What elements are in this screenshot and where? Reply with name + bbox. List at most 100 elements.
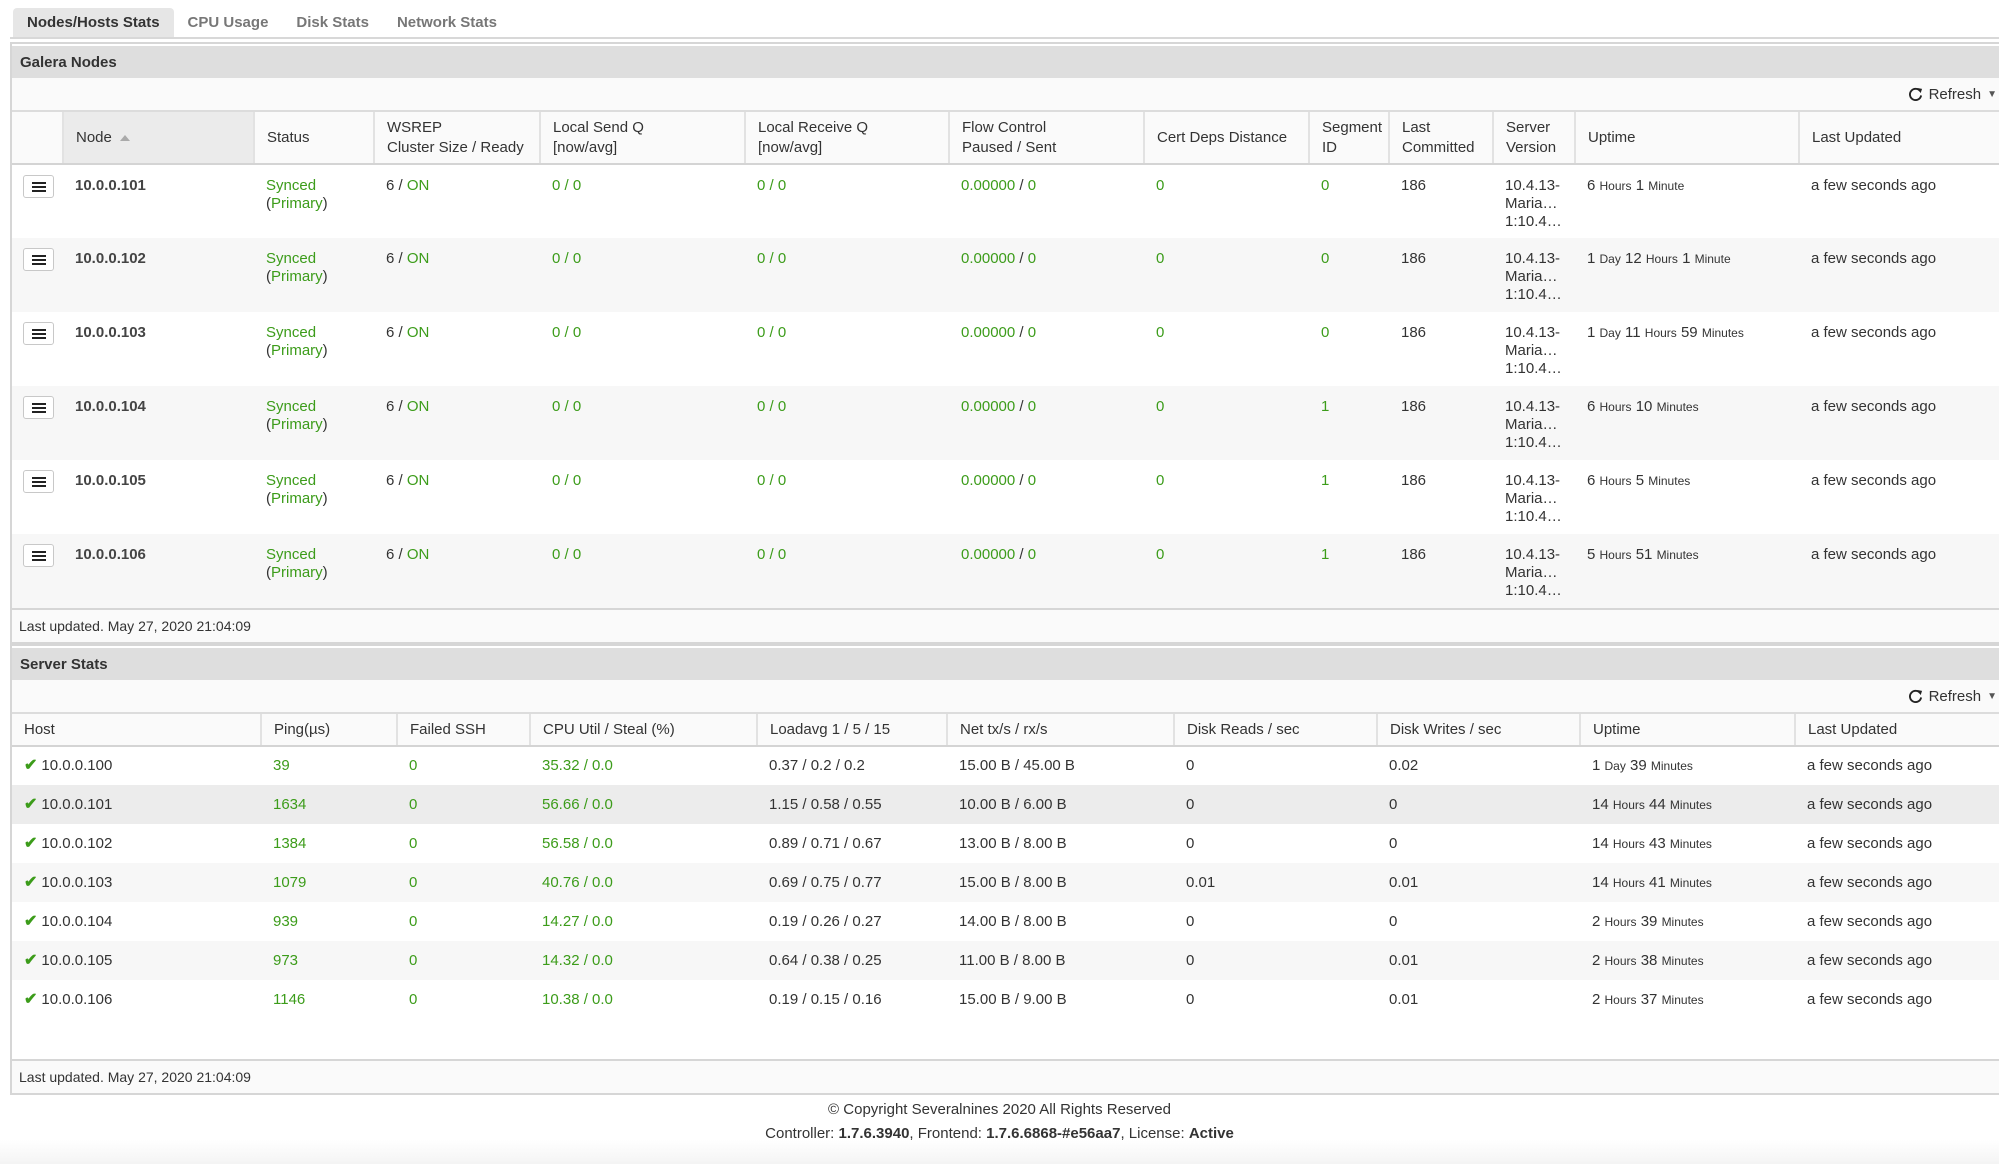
- server-host-row[interactable]: ✔ 10.0.0.103 1079 0 40.76 / 0.0 0.69 / 0.75 /…: [12, 863, 1999, 902]
- header-uptime[interactable]: Uptime: [1580, 714, 1796, 747]
- local-receive-q: 0 / 0: [745, 164, 949, 238]
- galera-toolbar: Refresh ▼: [12, 78, 1999, 112]
- header-local-receive-q[interactable]: Local Receive Q [now/avg]: [745, 112, 950, 165]
- segment-id: 1: [1309, 460, 1389, 534]
- header-segment-id[interactable]: Segment ID: [1309, 112, 1390, 165]
- uptime-unit: Hours: [1644, 326, 1677, 340]
- header-ping[interactable]: Ping(µs): [261, 714, 398, 747]
- tab-network-stats[interactable]: Network Stats: [383, 8, 511, 38]
- header-node[interactable]: Node: [63, 112, 255, 165]
- wsrep-cell: 6 / ON: [374, 386, 540, 460]
- uptime-unit: Hours: [1604, 914, 1637, 929]
- node-menu-button[interactable]: [23, 470, 54, 493]
- host-uptime: 2 Hours 39 Minutes: [1580, 902, 1795, 941]
- failed-ssh-value: 0: [397, 863, 530, 902]
- server-host-row[interactable]: ✔ 10.0.0.101 1634 0 56.66 / 0.0 1.15 / 0.58 /…: [12, 785, 1999, 824]
- uptime-value: 5: [1635, 472, 1645, 489]
- uptime-unit: Minutes: [1701, 326, 1744, 340]
- server-host-row[interactable]: ✔ 10.0.0.106 1146 0 10.38 / 0.0 0.19 / 0.15 /…: [12, 980, 1999, 1019]
- header-host[interactable]: Host: [12, 714, 262, 747]
- uptime-unit: Hours: [1599, 400, 1632, 414]
- node-menu-button[interactable]: [23, 175, 54, 198]
- uptime-value: 39: [1630, 757, 1647, 774]
- header-disk-writes[interactable]: Disk Writes / sec: [1377, 714, 1581, 747]
- host-cell: ✔ 10.0.0.102: [12, 824, 261, 863]
- flow-control: 0.00000 / 0: [949, 312, 1144, 386]
- header-last-committed[interactable]: Last Committed: [1389, 112, 1494, 165]
- ready-state: ON: [406, 177, 430, 194]
- local-receive-q: 0 / 0: [745, 534, 949, 608]
- local-receive-q: 0 / 0: [745, 460, 949, 534]
- server-host-row[interactable]: ✔ 10.0.0.102 1384 0 56.58 / 0.0 0.89 / 0.71 /…: [12, 824, 1999, 863]
- node-menu-button[interactable]: [23, 396, 54, 419]
- server-stats-table: Host Ping(µs) Failed SSH CPU Util / Stea…: [12, 714, 1999, 1059]
- node-last-updated: a few seconds ago: [1799, 386, 1999, 460]
- uptime-unit: Hours: [1604, 953, 1637, 968]
- uptime-value: 2: [1592, 951, 1601, 969]
- header-last-updated[interactable]: Last Updated: [1795, 714, 1999, 747]
- server-host-row[interactable]: ✔ 10.0.0.104 939 0 14.27 / 0.0 0.19 / 0.26 / …: [12, 902, 1999, 941]
- server-refresh-button[interactable]: Refresh ▼: [1908, 688, 1997, 705]
- loadavg-value: 0.64 / 0.38 / 0.25: [757, 941, 947, 980]
- ping-value: 39: [261, 746, 397, 785]
- status-sub: Primary: [271, 416, 323, 433]
- host-uptime: 1 Day 39 Minutes: [1580, 746, 1795, 785]
- host-address: 10.0.0.102: [41, 834, 113, 852]
- hamburger-icon: [31, 328, 46, 339]
- hamburger-icon: [31, 181, 46, 192]
- node-address: 10.0.0.101: [63, 164, 254, 238]
- galera-node-row: 10.0.0.104 Synced (Primary) 6 / ON 0 / 00 / …: [12, 386, 1999, 460]
- check-icon: ✔: [24, 912, 38, 930]
- node-address: 10.0.0.106: [63, 534, 254, 608]
- tab-disk-stats[interactable]: Disk Stats: [282, 8, 383, 38]
- failed-ssh-value: 0: [397, 785, 530, 824]
- segment-id: 1: [1309, 534, 1389, 608]
- flow-control: 0.00000 / 0: [949, 238, 1144, 312]
- node-menu-button[interactable]: [23, 248, 54, 271]
- segment-id: 1: [1309, 386, 1389, 460]
- ready-state: ON: [406, 472, 430, 489]
- disk-reads-value: 0: [1174, 902, 1377, 941]
- header-net[interactable]: Net tx/s / rx/s: [947, 714, 1175, 747]
- server-host-row[interactable]: ✔ 10.0.0.100 39 0 35.32 / 0.0 0.37 / 0.2 / 0.…: [12, 746, 1999, 785]
- flow-paused: 0.00000: [961, 250, 1016, 267]
- server-stats-title: Server Stats: [12, 646, 1999, 680]
- wsrep-cell: 6 / ON: [374, 534, 540, 608]
- host-uptime: 2 Hours 38 Minutes: [1580, 941, 1795, 980]
- server-host-row[interactable]: ✔ 10.0.0.105 973 0 14.32 / 0.0 0.64 / 0.38 / …: [12, 941, 1999, 980]
- uptime-value: 44: [1649, 795, 1666, 813]
- galera-refresh-button[interactable]: Refresh ▼: [1908, 86, 1997, 103]
- cpu-util-value: 40.76 / 0.0: [530, 863, 757, 902]
- host-uptime: 2 Hours 37 Minutes: [1580, 980, 1795, 1019]
- uptime-value: 39: [1640, 912, 1658, 930]
- header-uptime[interactable]: Uptime: [1575, 112, 1800, 165]
- server-version: 10.4.13- Maria… 1:10.4…: [1493, 460, 1575, 534]
- header-cpu-util[interactable]: CPU Util / Steal (%): [530, 714, 758, 747]
- table-header-row: Node Status WSREP Cluster Size / Ready Lo…: [12, 112, 1999, 165]
- header-cert-deps-distance[interactable]: Cert Deps Distance: [1144, 112, 1310, 165]
- disk-writes-value: 0.01: [1377, 863, 1580, 902]
- tab-nodes-hosts-stats[interactable]: Nodes/Hosts Stats: [13, 8, 174, 38]
- node-menu-button[interactable]: [23, 322, 54, 345]
- header-server-version[interactable]: Server Version: [1493, 112, 1576, 165]
- uptime-value: 6: [1587, 177, 1596, 194]
- refresh-icon: [1908, 87, 1923, 102]
- tab-cpu-usage[interactable]: CPU Usage: [174, 8, 283, 38]
- uptime-unit: Minute: [1694, 252, 1731, 266]
- net-value: 15.00 B / 8.00 B: [947, 863, 1174, 902]
- header-failed-ssh[interactable]: Failed SSH: [397, 714, 531, 747]
- chevron-down-icon[interactable]: ▼: [1987, 691, 1997, 702]
- header-last-updated[interactable]: Last Updated: [1799, 112, 1999, 165]
- header-wsrep[interactable]: WSREP Cluster Size / Ready: [374, 112, 541, 165]
- header-disk-reads[interactable]: Disk Reads / sec: [1174, 714, 1378, 747]
- host-uptime: 14 Hours 44 Minutes: [1580, 785, 1795, 824]
- node-menu-button[interactable]: [23, 544, 54, 567]
- header-flow-control[interactable]: Flow Control Paused / Sent: [949, 112, 1145, 165]
- host-address: 10.0.0.103: [41, 873, 113, 891]
- header-local-send-q[interactable]: Local Send Q [now/avg]: [540, 112, 746, 165]
- server-last-updated: Last updated. May 27, 2020 21:04:09: [12, 1059, 1999, 1093]
- header-loadavg[interactable]: Loadavg 1 / 5 / 15: [757, 714, 948, 747]
- node-uptime: 6 Hours 5 Minutes: [1575, 460, 1799, 534]
- header-status[interactable]: Status: [254, 112, 375, 165]
- chevron-down-icon[interactable]: ▼: [1987, 89, 1997, 100]
